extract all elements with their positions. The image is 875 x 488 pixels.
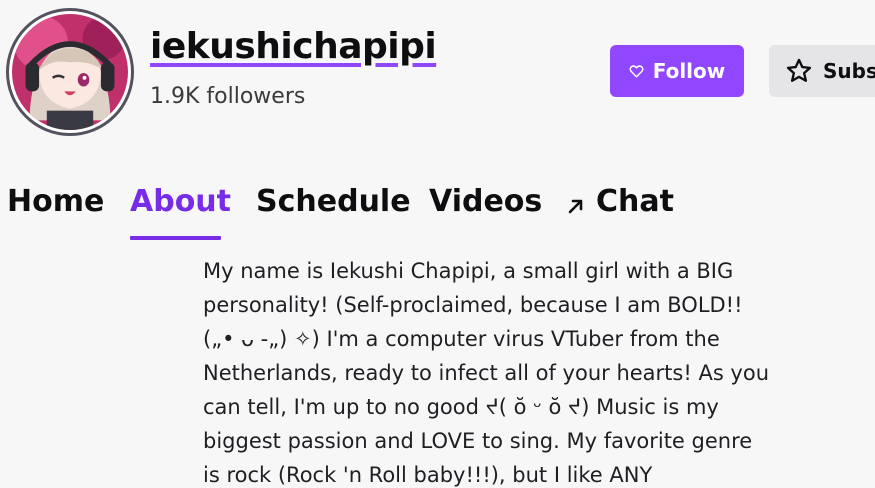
tab-videos[interactable]: Videos xyxy=(429,184,542,240)
tab-home[interactable]: Home xyxy=(7,184,104,240)
active-tab-indicator xyxy=(130,236,221,240)
tab-schedule[interactable]: Schedule xyxy=(256,184,411,240)
channel-about-page: iekushichapipi 1.9K followers Follow Sub… xyxy=(0,0,875,488)
channel-name[interactable]: iekushichapipi xyxy=(150,26,437,67)
follow-button[interactable]: Follow xyxy=(610,45,744,97)
heart-icon xyxy=(629,64,644,77)
tab-chat[interactable]: Chat xyxy=(566,184,674,240)
star-icon xyxy=(786,58,812,82)
subscribe-label: Subscribe xyxy=(823,59,875,83)
tab-about[interactable]: About xyxy=(130,184,231,240)
channel-avatar[interactable] xyxy=(6,8,134,136)
anime-girl-avatar-icon xyxy=(12,14,128,130)
follower-count: 1.9K followers xyxy=(150,84,306,109)
follow-label: Follow xyxy=(652,59,726,83)
subscribe-button[interactable]: Subscribe xyxy=(769,45,875,97)
popout-arrow-icon xyxy=(568,199,583,214)
about-description: My name is Iekushi Chapipi, a small girl… xyxy=(203,259,770,487)
tab-chat-label: Chat xyxy=(596,184,674,219)
